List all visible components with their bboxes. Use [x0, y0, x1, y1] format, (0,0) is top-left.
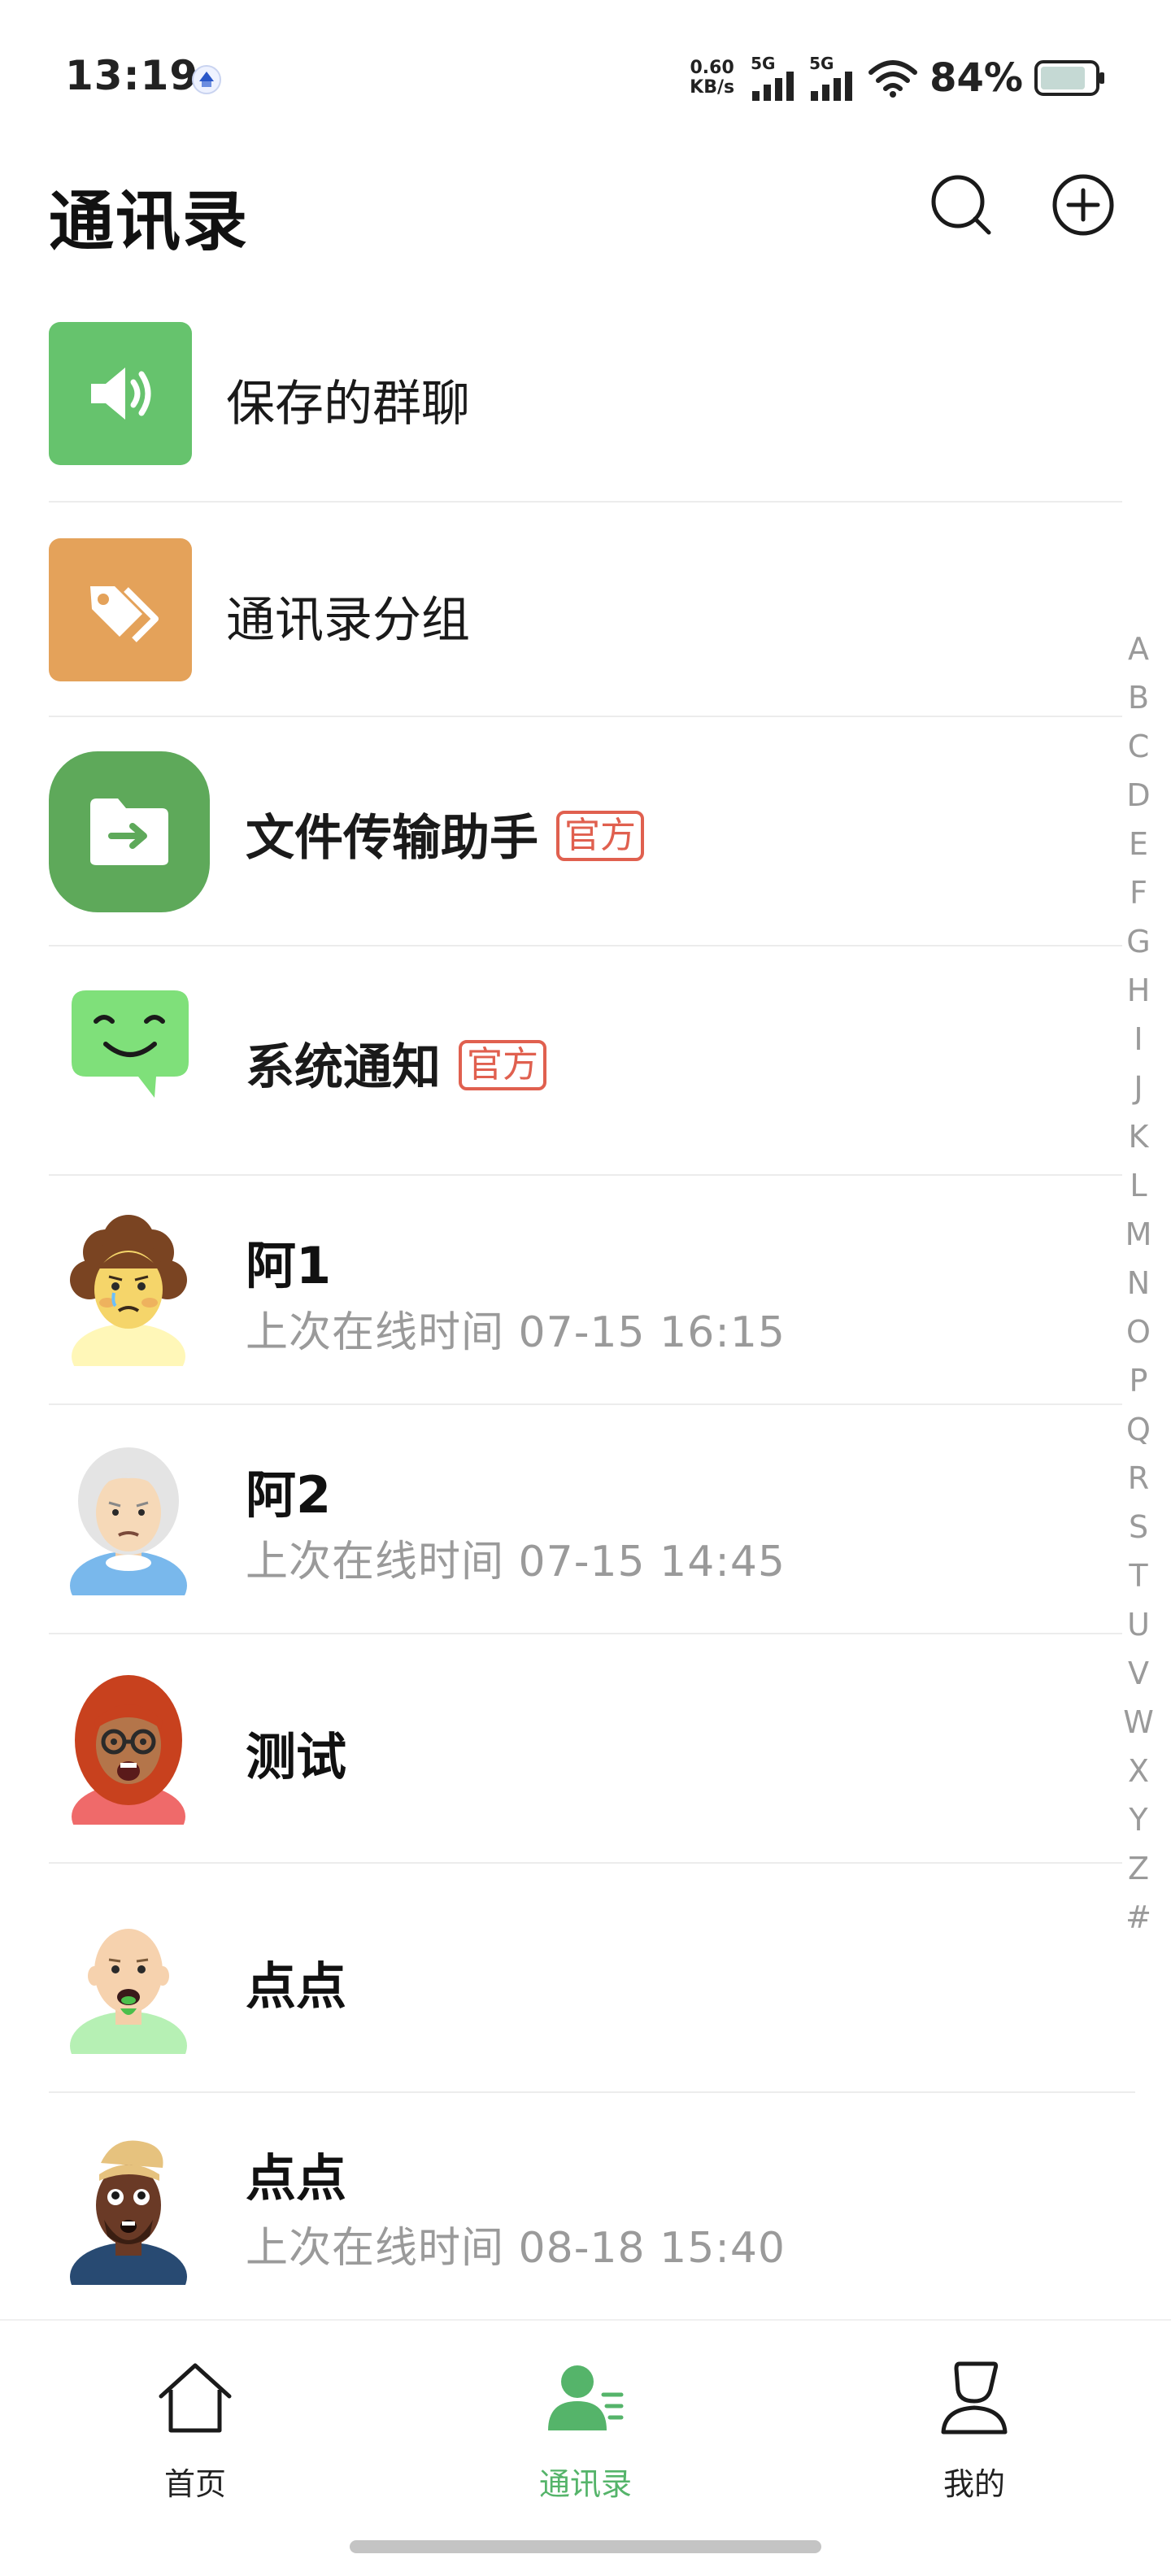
index-letter[interactable]: C	[1128, 722, 1150, 771]
tag-icon	[90, 586, 159, 642]
user-icon	[929, 2353, 1019, 2443]
speaker-icon	[91, 368, 151, 420]
contact-row[interactable]: 点点	[49, 1864, 1135, 2093]
index-letter[interactable]: B	[1128, 673, 1149, 722]
avatar	[70, 1215, 187, 1366]
tag-tile	[49, 538, 192, 681]
index-letter[interactable]: W	[1123, 1698, 1154, 1747]
contact-groups-label: 通讯录分组	[226, 592, 470, 649]
last-online: 上次在线时间 07-15 14:45	[246, 1538, 786, 1586]
avatar	[70, 1447, 187, 1595]
net-speed: 0.60 KB/s	[690, 59, 734, 98]
index-letter[interactable]: H	[1127, 966, 1151, 1015]
index-letter[interactable]: R	[1128, 1454, 1149, 1503]
contact-groups-row[interactable]: 通讯录分组	[49, 503, 1122, 717]
file-helper-label: 文件传输助手 官方	[246, 798, 644, 869]
sim2-signal: 5G	[809, 55, 856, 101]
net-speed-unit: KB/s	[690, 77, 735, 98]
net-speed-value: 0.60	[690, 58, 734, 78]
nav-home[interactable]: 首页	[98, 2353, 293, 2516]
index-letter[interactable]: L	[1130, 1161, 1147, 1210]
index-letter[interactable]: G	[1126, 917, 1150, 966]
speaker-tile	[49, 322, 192, 465]
last-online: 上次在线时间 07-15 16:15	[246, 1308, 786, 1357]
index-letter[interactable]: D	[1126, 771, 1150, 820]
signal-icon	[752, 72, 794, 101]
avatar	[72, 1675, 185, 1825]
system-notice-label: 系统通知 官方	[246, 1028, 546, 1099]
contact-row[interactable]: 阿1 上次在线时间 07-15 16:15	[49, 1176, 1122, 1405]
add-circle-icon	[1052, 174, 1114, 236]
search-icon	[931, 175, 991, 235]
index-letter[interactable]: Q	[1126, 1405, 1151, 1454]
system-notice-row[interactable]: 系统通知 官方	[49, 946, 1122, 1176]
system-notice-name: 系统通知	[246, 1039, 441, 1096]
nav-mine-label: 我的	[942, 2466, 1005, 2502]
nav-home-label: 首页	[163, 2466, 226, 2502]
avatar	[70, 2140, 187, 2285]
contact-name: 测试	[246, 1727, 347, 1786]
add-button[interactable]	[1049, 171, 1117, 239]
folder-tile	[49, 751, 210, 912]
bottom-nav: 首页 通讯录 我的	[0, 2319, 1171, 2576]
battery-icon	[1034, 60, 1104, 96]
index-letter[interactable]: A	[1128, 624, 1149, 673]
index-letter[interactable]: N	[1127, 1259, 1150, 1308]
index-letter[interactable]: M	[1125, 1210, 1152, 1259]
index-letter[interactable]: P	[1130, 1356, 1148, 1405]
smile-tile	[65, 984, 195, 1106]
home-icon	[150, 2353, 240, 2443]
sim2-label: 5G	[809, 54, 834, 73]
folder-transfer-icon	[90, 798, 168, 865]
index-letter[interactable]: T	[1129, 1551, 1147, 1600]
saved-groups-row[interactable]: 保存的群聊	[49, 301, 1122, 503]
home-indicator[interactable]	[350, 2540, 821, 2553]
index-letter[interactable]: K	[1129, 1112, 1149, 1161]
sim1-label: 5G	[751, 54, 776, 73]
official-badge: 官方	[556, 811, 644, 862]
contact-name: 点点	[246, 2148, 347, 2208]
index-letter[interactable]: X	[1128, 1747, 1149, 1795]
index-letter[interactable]: J	[1134, 1064, 1143, 1112]
page-title: 通讯录	[49, 184, 249, 259]
index-letter[interactable]: E	[1129, 820, 1148, 868]
battery-percent: 84%	[929, 55, 1023, 101]
file-helper-name: 文件传输助手	[246, 810, 538, 867]
contacts-icon	[541, 2353, 630, 2443]
nav-contacts[interactable]: 通讯录	[488, 2353, 683, 2516]
index-letter[interactable]: O	[1126, 1308, 1151, 1356]
contact-row[interactable]: 阿2 上次在线时间 07-15 14:45	[49, 1405, 1122, 1634]
index-letter[interactable]: #	[1125, 1893, 1151, 1942]
index-letter[interactable]: S	[1129, 1503, 1148, 1551]
wifi-icon	[868, 60, 918, 98]
index-letter[interactable]: U	[1127, 1600, 1150, 1649]
file-helper-row[interactable]: 文件传输助手 官方	[49, 717, 1122, 946]
contact-name: 点点	[246, 1956, 347, 2016]
index-letter[interactable]: I	[1134, 1015, 1143, 1064]
search-button[interactable]	[927, 171, 995, 239]
smile-chat-icon	[72, 990, 189, 1098]
saved-groups-label: 保存的群聊	[226, 376, 470, 433]
status-right-cluster: 0.60 KB/s 5G 5G 84%	[690, 54, 1106, 102]
contact-row[interactable]: 点点 上次在线时间 08-18 15:40	[49, 2093, 1122, 2319]
contact-name: 阿2	[246, 1465, 332, 1525]
index-letter[interactable]: Y	[1129, 1795, 1147, 1844]
contact-row[interactable]: 测试	[49, 1634, 1122, 1864]
official-badge: 官方	[459, 1040, 546, 1091]
app-badge-icon	[190, 63, 223, 96]
signal-icon	[811, 72, 853, 101]
index-letter[interactable]: F	[1130, 868, 1147, 917]
status-bar: 13:19 0.60 KB/s 5G 5G 84%	[0, 0, 1171, 154]
last-online: 上次在线时间 08-18 15:40	[246, 2224, 786, 2273]
index-letter[interactable]: Z	[1128, 1844, 1149, 1893]
alphabet-index[interactable]: A B C D E F G H I J K L M N O P Q R S T …	[1116, 624, 1161, 1942]
contact-name: 阿1	[246, 1236, 332, 1295]
index-letter[interactable]: V	[1128, 1649, 1149, 1698]
nav-contacts-label: 通讯录	[538, 2466, 632, 2502]
sim1-signal: 5G	[751, 55, 798, 101]
avatar	[70, 1929, 187, 2054]
nav-mine[interactable]: 我的	[877, 2353, 1072, 2516]
status-time: 13:19	[65, 52, 199, 99]
